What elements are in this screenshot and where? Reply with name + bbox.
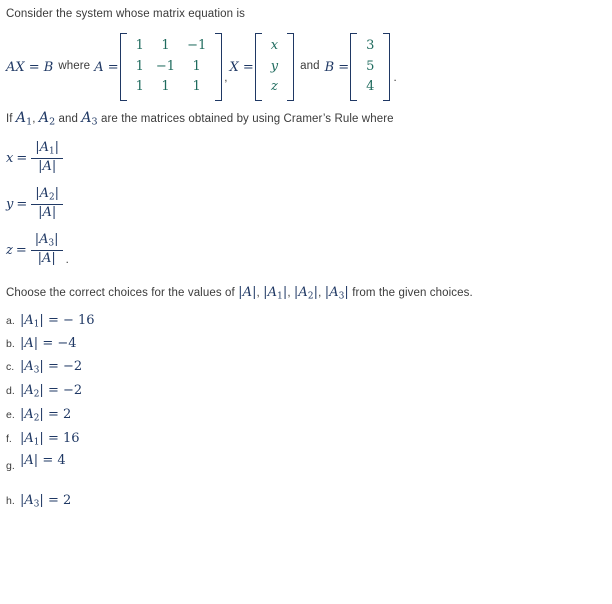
matrix-x-cell: x xyxy=(270,37,279,53)
matrix-a-grid: 1 1 −1 1 −1 1 1 1 1 xyxy=(127,33,216,102)
bracket-right-icon xyxy=(287,32,295,102)
formula-x-fraction: |A1| |A| xyxy=(31,140,64,176)
option-e-expression: |A2| = 2 xyxy=(20,407,72,424)
formula-y-fraction: |A2| |A| xyxy=(31,186,64,222)
formula-x-equals: = xyxy=(16,150,28,166)
option-c-expression: |A3| = −2 xyxy=(20,359,83,376)
option-d[interactable]: d. |A2| = −2 xyxy=(6,383,82,399)
matrix-b-cell: 4 xyxy=(366,79,375,95)
question-page: Consider the system whose matrix equatio… xyxy=(0,0,612,604)
formula-y-denominator: |A| xyxy=(38,205,57,221)
cramer-prefix: If xyxy=(6,113,13,125)
option-c-marker: c. xyxy=(6,361,15,373)
cramer-var-2: A2 xyxy=(38,110,56,128)
option-h-expression: |A3| = 2 xyxy=(20,493,72,510)
matrix-a-label: A = xyxy=(94,59,119,75)
option-f[interactable]: f. |A1| = 16 xyxy=(6,431,80,447)
equation-period: . xyxy=(393,72,397,84)
option-f-marker: f. xyxy=(6,433,12,445)
equation-lhs: AX = B xyxy=(6,59,54,75)
option-f-expression: |A1| = 16 xyxy=(20,431,80,448)
matrix-a-cell: 1 xyxy=(135,79,144,95)
where-label: where xyxy=(58,60,91,73)
determinant-a1: |A1| xyxy=(263,285,288,302)
formula-z-equals: = xyxy=(15,242,27,258)
option-g[interactable]: g. |A| = 4 xyxy=(6,453,66,472)
matrix-x-grid: x y z xyxy=(262,33,287,102)
bracket-right-icon xyxy=(383,32,391,102)
cramer-sep-1: , xyxy=(32,113,36,125)
option-d-marker: d. xyxy=(6,385,15,397)
option-e-marker: e. xyxy=(6,409,15,421)
determinant-a3: |A3| xyxy=(324,285,349,302)
bracket-left-icon xyxy=(350,32,358,102)
option-b-expression: |A| = −4 xyxy=(20,336,77,351)
formula-z-denominator: |A| xyxy=(37,251,56,267)
bracket-right-icon xyxy=(215,32,223,102)
and-label: and xyxy=(300,60,320,73)
equation-comma: , xyxy=(224,72,228,84)
matrix-x: x y z xyxy=(254,32,295,102)
matrix-a-cell: 1 xyxy=(135,37,144,53)
bracket-left-icon xyxy=(119,32,127,102)
option-h[interactable]: h. |A3| = 2 xyxy=(6,493,71,509)
formula-y-equals: = xyxy=(16,196,28,212)
cramer-intro-line: If A1, A2 and A3 are the matrices obtain… xyxy=(6,109,394,130)
formula-z-fraction: |A3| |A| xyxy=(30,232,63,268)
formula-z-trailing: . xyxy=(65,254,69,267)
option-c[interactable]: c. |A3| = −2 xyxy=(6,359,82,375)
formula-x-denominator: |A| xyxy=(38,159,57,175)
matrix-x-cell: z xyxy=(270,79,278,95)
cramer-sep-2: and xyxy=(58,113,79,125)
determinant-a: |A| xyxy=(238,285,257,300)
option-b[interactable]: b. |A| = −4 xyxy=(6,336,77,352)
matrix-a-cell: 1 xyxy=(192,58,201,74)
matrix-a-cell: 1 xyxy=(161,79,170,95)
option-a-marker: a. xyxy=(6,315,15,327)
formula-x: x = |A1| |A| xyxy=(6,140,66,176)
determinant-a2: |A2| xyxy=(293,285,319,302)
matrix-a-cell: −1 xyxy=(155,58,176,74)
formula-y-lhs: y xyxy=(6,196,14,212)
matrix-a: 1 1 −1 1 −1 1 1 1 1 xyxy=(119,32,223,102)
matrix-a-cell: 1 xyxy=(161,37,170,53)
cramer-var-3: A3 xyxy=(81,110,98,128)
formula-x-lhs: x xyxy=(6,150,14,166)
option-e[interactable]: e. |A2| = 2 xyxy=(6,407,71,423)
matrix-x-label: X = xyxy=(229,59,254,75)
formula-z: z = |A3| |A| . xyxy=(6,232,69,268)
matrix-a-cell: 1 xyxy=(192,79,201,95)
option-g-marker: g. xyxy=(6,460,15,472)
option-g-expression: |A| = 4 xyxy=(20,453,66,468)
intro-line: Consider the system whose matrix equatio… xyxy=(6,8,245,20)
matrix-equation-row: AX = B where A = 1 1 −1 1 −1 1 1 1 1 , X… xyxy=(6,32,397,102)
option-a[interactable]: a. |A1| = − 16 xyxy=(6,313,95,329)
choose-text-after: from the given choices. xyxy=(352,287,473,299)
matrix-b-grid: 3 5 4 xyxy=(357,33,383,102)
matrix-b-label: B = xyxy=(324,59,350,75)
matrix-b-cell: 5 xyxy=(366,58,375,74)
formula-x-numerator: |A1| xyxy=(35,140,60,157)
formula-z-numerator: |A3| xyxy=(34,232,59,249)
choose-text-before: Choose the correct choices for the value… xyxy=(6,287,235,299)
choose-instruction: Choose the correct choices for the value… xyxy=(6,285,473,302)
formula-z-lhs: z xyxy=(6,242,13,258)
matrix-x-cell: y xyxy=(270,58,279,74)
cramer-suffix: are the matrices obtained by using Crame… xyxy=(101,113,394,125)
matrix-a-cell: −1 xyxy=(187,37,207,53)
matrix-b-cell: 3 xyxy=(366,37,375,53)
option-d-expression: |A2| = −2 xyxy=(20,383,83,400)
option-a-expression: |A1| = − 16 xyxy=(20,313,95,330)
cramer-var-1: A1 xyxy=(15,110,33,128)
matrix-b: 3 5 4 xyxy=(350,32,391,102)
bracket-left-icon xyxy=(254,32,262,102)
formula-y-numerator: |A2| xyxy=(35,186,60,203)
formula-y: y = |A2| |A| xyxy=(6,186,66,222)
option-b-marker: b. xyxy=(6,338,15,350)
matrix-a-cell: 1 xyxy=(135,58,144,74)
option-h-marker: h. xyxy=(6,495,15,507)
